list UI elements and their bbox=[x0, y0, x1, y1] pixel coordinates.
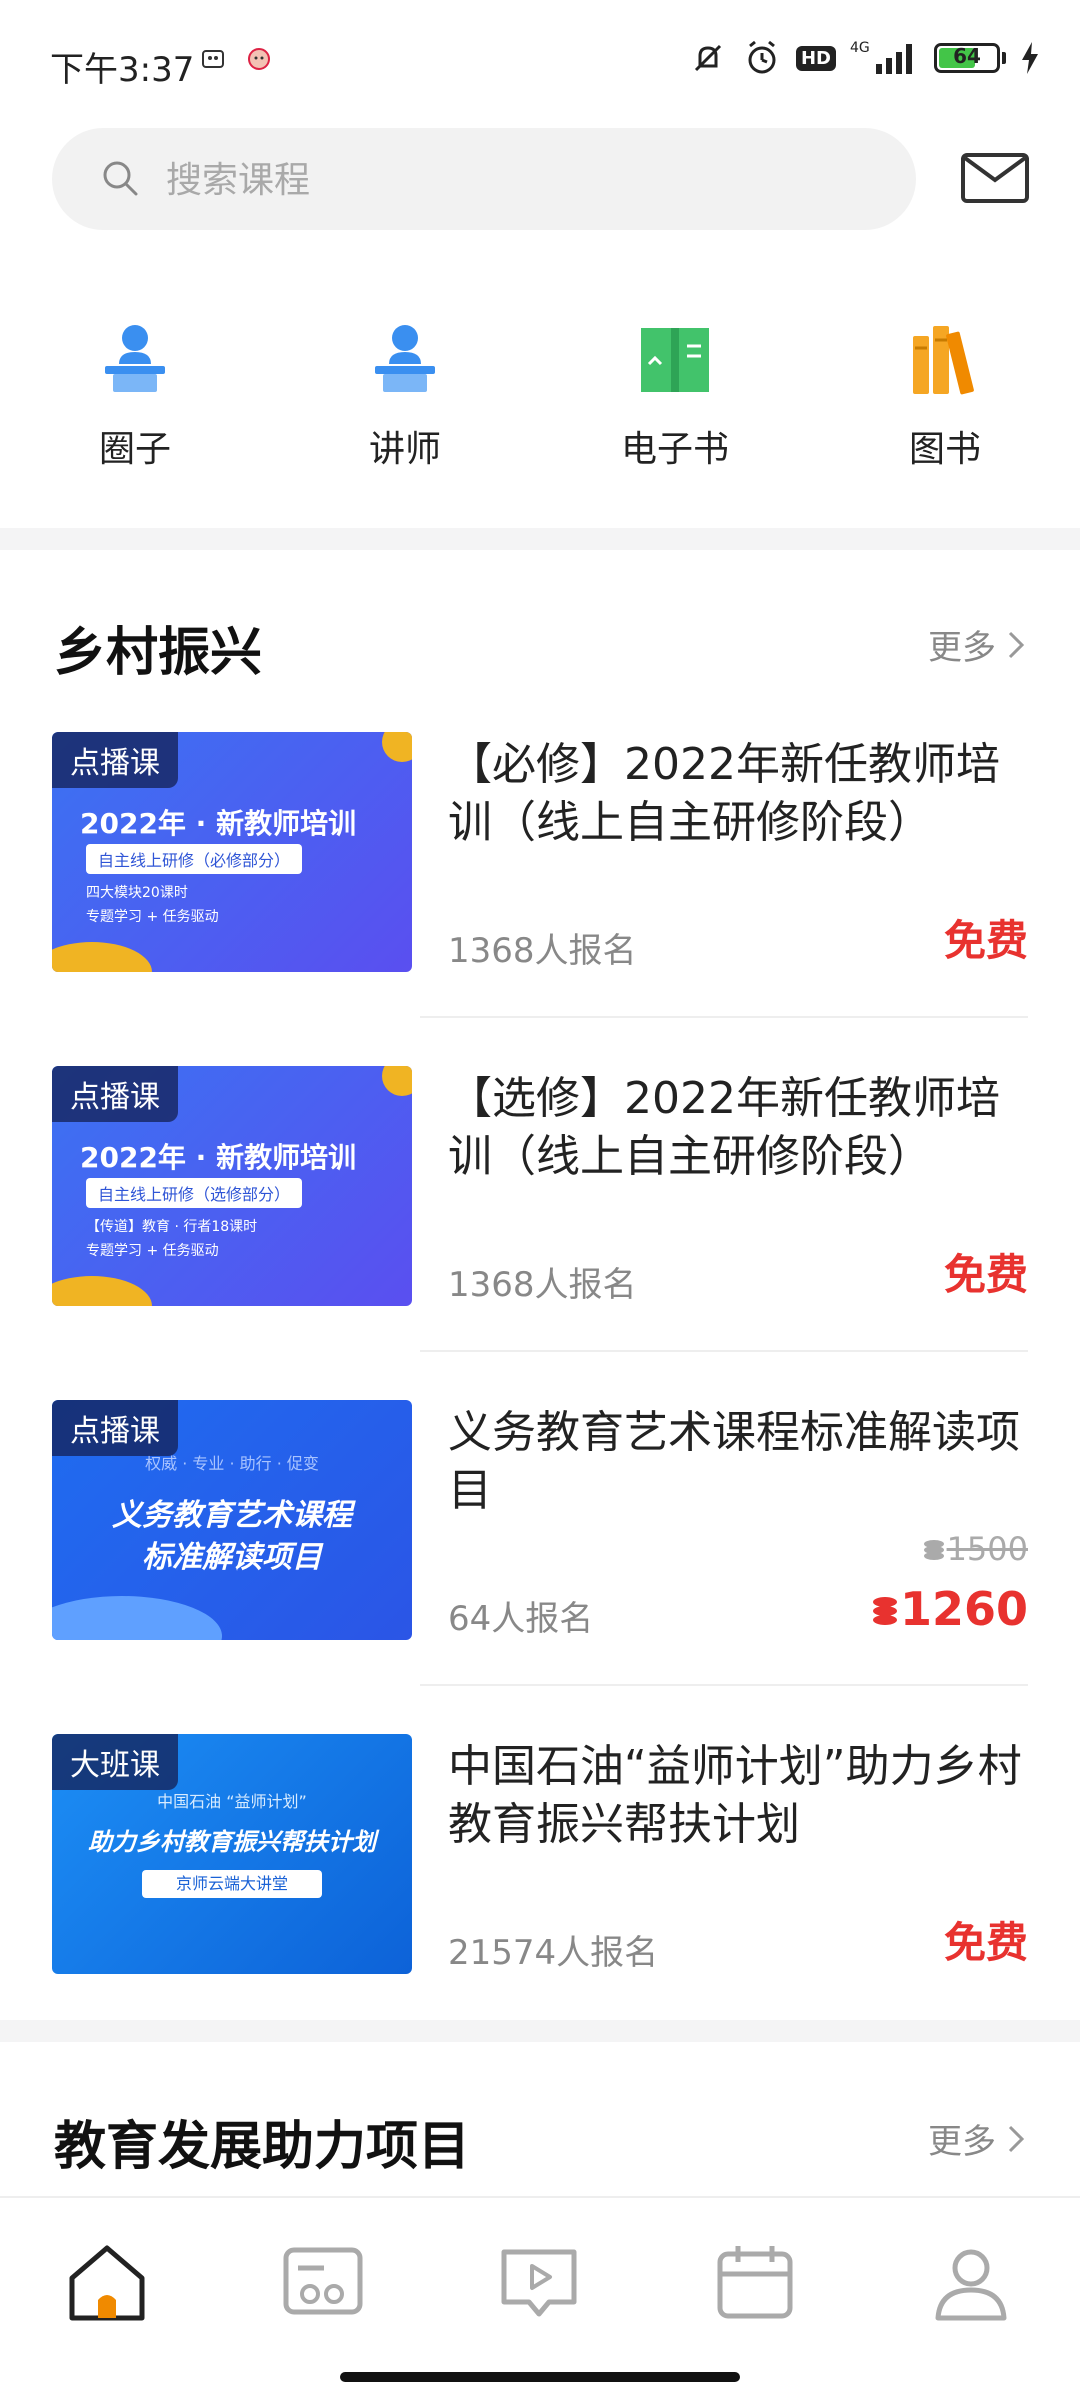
course-card[interactable]: 2022年 · 新教师培训 自主线上研修（选修部分） 【传道】教育 · 行者18… bbox=[52, 1066, 1028, 1306]
quick-nav-circle[interactable]: 圈子 bbox=[35, 300, 235, 472]
course-price: 免费 bbox=[943, 1918, 1028, 1967]
thumb-subtitle: 自主线上研修（选修部分） bbox=[86, 1178, 303, 1208]
coin-icon bbox=[872, 1597, 897, 1625]
thumb-text: 专题学习 + 任务驱动 bbox=[86, 909, 219, 925]
status-bar: 下午3:37 HD 4G 64 bbox=[0, 0, 1080, 120]
mail-icon[interactable] bbox=[960, 150, 1030, 206]
thumb-title: 义务教育艺术课程 bbox=[112, 1498, 352, 1533]
lecturer-icon bbox=[375, 325, 435, 392]
charging-icon bbox=[1022, 42, 1038, 74]
course-card[interactable]: 2022年 · 新教师培训 自主线上研修（必修部分） 四大模块20课时 专题学习… bbox=[52, 732, 1028, 972]
quick-nav-label: 图书 bbox=[908, 429, 981, 470]
video-play-icon[interactable] bbox=[494, 2238, 584, 2328]
status-time: 下午3:37 bbox=[50, 50, 195, 90]
section-title: 乡村振兴 bbox=[54, 623, 263, 683]
quick-nav-books[interactable]: 图书 bbox=[845, 300, 1045, 472]
thumb-title: 标准解读项目 bbox=[142, 1540, 322, 1575]
quick-nav-lecturer[interactable]: 讲师 bbox=[305, 300, 505, 472]
thumb-title: 2022年 · 新教师培训 bbox=[80, 1141, 357, 1174]
course-title: 中国石油“益师计划”助力乡村教育振兴帮扶计划 bbox=[448, 1741, 1022, 1850]
original-price: 1500 bbox=[921, 1530, 1028, 1568]
person-podium-icon bbox=[105, 325, 165, 392]
enroll-count: 1368人报名 bbox=[448, 931, 637, 971]
section-divider bbox=[0, 2020, 1080, 2042]
course-thumbnail: 2022年 · 新教师培训 自主线上研修（必修部分） 四大模块20课时 专题学习… bbox=[52, 732, 412, 972]
course-thumbnail: 2022年 · 新教师培训 自主线上研修（选修部分） 【传道】教育 · 行者18… bbox=[52, 1066, 412, 1306]
chevron-right-icon bbox=[1008, 631, 1025, 658]
thumb-title: 2022年 · 新教师培训 bbox=[80, 807, 357, 840]
community-icon[interactable] bbox=[278, 2238, 368, 2328]
books-icon bbox=[913, 326, 974, 395]
course-price: 免费 bbox=[943, 1250, 1028, 1299]
thumb-title: 助力乡村教育振兴帮扶计划 bbox=[88, 1828, 376, 1856]
thumb-subtitle: 京师云端大讲堂 bbox=[142, 1870, 322, 1898]
calendar-icon[interactable] bbox=[710, 2238, 800, 2328]
original-price-value: 1500 bbox=[946, 1530, 1028, 1568]
course-thumbnail: 中国石油 “益师计划” 助力乡村教育振兴帮扶计划 京师云端大讲堂 大班课 bbox=[52, 1734, 412, 1974]
quick-nav-label: 电子书 bbox=[620, 429, 729, 470]
course-thumbnail: 权威 · 专业 · 助行 · 促变 义务教育艺术课程 标准解读项目 点播课 bbox=[52, 1400, 412, 1640]
hd-icon: HD bbox=[795, 45, 836, 71]
search-bar[interactable] bbox=[52, 128, 916, 230]
current-price-value: 1260 bbox=[899, 1582, 1028, 1636]
course-type-badge: 点播课 bbox=[52, 732, 178, 788]
bottom-nav bbox=[0, 2196, 1080, 2358]
svg-text:4G: 4G bbox=[850, 40, 870, 56]
thumb-text: 【传道】教育 · 行者18课时 bbox=[86, 1219, 258, 1235]
status-icons: HD 4G 64 bbox=[688, 36, 1040, 80]
home-icon[interactable] bbox=[62, 2238, 152, 2328]
battery-level: 64 bbox=[953, 44, 981, 68]
course-title: 【选修】2022年新任教师培训（线上自主研修阶段） bbox=[448, 1073, 1000, 1182]
quick-nav-ebook[interactable]: 电子书 bbox=[575, 300, 775, 472]
search-input[interactable] bbox=[164, 150, 868, 210]
more-link[interactable]: 更多 bbox=[928, 2114, 1026, 2163]
enroll-count: 1368人报名 bbox=[448, 1265, 637, 1305]
battery-icon: 64 bbox=[934, 43, 1000, 73]
more-label: 更多 bbox=[928, 2122, 996, 2162]
more-link[interactable]: 更多 bbox=[928, 620, 1026, 669]
enroll-count: 21574人报名 bbox=[448, 1933, 659, 1973]
search-icon bbox=[103, 161, 138, 196]
list-divider bbox=[420, 1350, 1028, 1352]
quick-nav-label: 圈子 bbox=[98, 429, 171, 470]
profile-icon[interactable] bbox=[926, 2238, 1016, 2328]
home-indicator[interactable] bbox=[340, 2372, 740, 2382]
quick-nav: 圈子 讲师 电子书 图书 bbox=[0, 300, 1080, 480]
course-card[interactable]: 权威 · 专业 · 助行 · 促变 义务教育艺术课程 标准解读项目 点播课 义务… bbox=[52, 1400, 1028, 1640]
course-type-badge: 点播课 bbox=[52, 1066, 178, 1122]
ebook-icon bbox=[641, 328, 709, 392]
thumb-text: 四大模块20课时 bbox=[86, 885, 188, 901]
thumb-tagline: 中国石油 “益师计划” bbox=[157, 1792, 307, 1811]
alarm-icon bbox=[748, 40, 776, 74]
thumb-text: 专题学习 + 任务驱动 bbox=[86, 1243, 219, 1259]
enroll-count: 64人报名 bbox=[448, 1599, 594, 1639]
chevron-right-icon bbox=[1008, 2125, 1025, 2152]
notification-app-icon bbox=[202, 50, 224, 68]
thumb-subtitle: 自主线上研修（必修部分） bbox=[86, 844, 303, 874]
mute-icon bbox=[694, 44, 722, 72]
notification-app-icon-2 bbox=[248, 48, 270, 70]
course-title: 义务教育艺术课程标准解读项目 bbox=[448, 1407, 1020, 1516]
signal-icon: 4G bbox=[850, 40, 912, 74]
list-divider bbox=[420, 1016, 1028, 1018]
more-label: 更多 bbox=[928, 628, 996, 668]
course-type-badge: 点播课 bbox=[52, 1400, 178, 1456]
course-price: 1260 bbox=[870, 1582, 1028, 1636]
course-price: 免费 bbox=[943, 916, 1028, 965]
coin-icon bbox=[923, 1540, 944, 1560]
course-title: 【必修】2022年新任教师培训（线上自主研修阶段） bbox=[448, 739, 1000, 848]
quick-nav-label: 讲师 bbox=[368, 429, 441, 470]
course-type-badge: 大班课 bbox=[52, 1734, 178, 1790]
section-divider bbox=[0, 528, 1080, 550]
section-title: 教育发展助力项目 bbox=[54, 2117, 471, 2177]
course-card[interactable]: 中国石油 “益师计划” 助力乡村教育振兴帮扶计划 京师云端大讲堂 大班课 中国石… bbox=[52, 1734, 1028, 1974]
list-divider bbox=[420, 1684, 1028, 1686]
